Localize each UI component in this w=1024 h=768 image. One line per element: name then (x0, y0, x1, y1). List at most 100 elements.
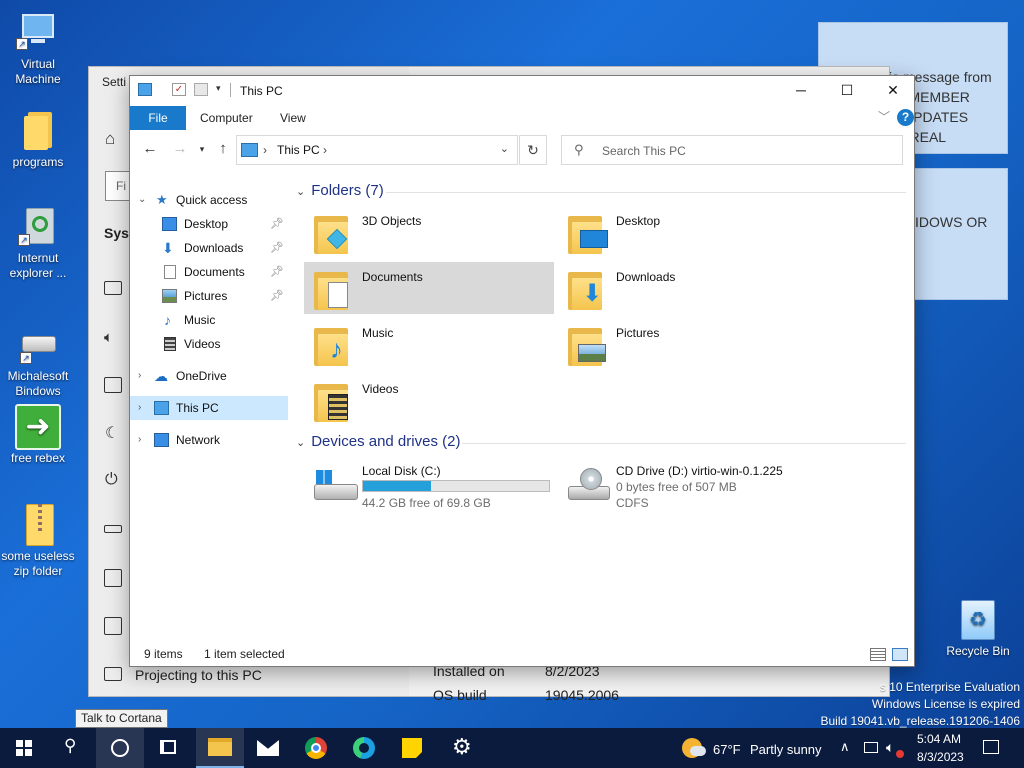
pin-icon[interactable]: 📌︎ (270, 212, 284, 236)
nav-desktop[interactable]: Desktop 📌︎ (130, 212, 288, 236)
expand-ribbon-icon[interactable]: ﹀ (878, 108, 890, 125)
film-icon (164, 337, 176, 351)
nav-onedrive[interactable]: › ☁ OneDrive (130, 364, 288, 388)
folder-3d-objects[interactable]: 3D Objects (304, 206, 554, 258)
breadcrumb-chevron-icon[interactable]: › (323, 143, 327, 157)
nav-network[interactable]: › Network (130, 428, 288, 452)
sticky-notes-button[interactable] (388, 728, 436, 768)
os-build-label: OS build (433, 687, 487, 703)
home-icon[interactable]: ⌂ (105, 129, 115, 149)
desktop-icon-label: free rebex (10, 451, 66, 465)
file-explorer-window[interactable]: ✓ ▾ This PC ─ ☐ ✕ File Computer View ﹀ ?… (129, 75, 915, 667)
breadcrumb-this-pc[interactable]: This PC (277, 143, 320, 157)
desktop-icon-internut-explorer[interactable]: ↗ Internut explorer ... (0, 204, 76, 281)
chrome-button[interactable] (292, 728, 340, 768)
display-icon[interactable] (104, 281, 122, 295)
nav-downloads[interactable]: ⬇ Downloads 📌︎ (130, 236, 288, 260)
music-note-icon: ♪ (164, 312, 171, 328)
pin-icon[interactable]: 📌︎ (270, 236, 284, 260)
folder-downloads[interactable]: ⬇ Downloads (558, 262, 808, 314)
folder-music[interactable]: ♪ Music (304, 318, 554, 370)
weather-widget[interactable]: 67°F Partly sunny (680, 728, 828, 768)
file-explorer-taskbar-button[interactable] (196, 728, 244, 768)
expand-chevron-icon[interactable]: › (138, 428, 141, 452)
nav-this-pc[interactable]: › This PC (130, 396, 288, 420)
clock-time[interactable]: 5:04 AM (917, 732, 961, 746)
pin-icon[interactable]: 📌︎ (270, 284, 284, 308)
properties-icon[interactable]: ✓ (172, 83, 186, 96)
new-folder-icon[interactable] (194, 83, 208, 96)
desktop-icon-recycle-bin[interactable]: ♻ Recycle Bin (940, 600, 1016, 658)
task-view-button[interactable] (144, 728, 192, 768)
folder-name: Videos (362, 382, 399, 396)
folder-desktop[interactable]: Desktop (558, 206, 808, 258)
tab-computer[interactable]: Computer (190, 106, 263, 130)
customize-quick-access-icon[interactable]: ▾ (216, 83, 221, 94)
clock-date[interactable]: 8/3/2023 (917, 750, 964, 764)
back-button[interactable]: ← (140, 139, 160, 159)
desktop-icon-label: some useless zip folder (1, 549, 75, 578)
nav-videos[interactable]: Videos (130, 332, 288, 356)
note-panel-bottom[interactable]: IDOWS OR (912, 168, 1008, 300)
collapse-chevron-icon[interactable]: ⌄ (138, 188, 146, 212)
notifications-icon[interactable] (104, 377, 122, 393)
desktop-icon-programs[interactable]: programs (0, 108, 76, 170)
desktop-icon-free-rebex[interactable]: ➜ free rebex (0, 404, 76, 466)
folder-documents[interactable]: Documents (304, 262, 554, 314)
pin-icon[interactable]: 📌︎ (270, 260, 284, 284)
devices-group-header[interactable]: ⌄ Devices and drives (2) (296, 433, 460, 453)
network-tray-icon[interactable] (864, 742, 878, 753)
maximize-button[interactable]: ☐ (824, 76, 870, 104)
address-dropdown-icon[interactable]: ⌄ (500, 142, 509, 155)
recent-locations-button[interactable]: ▾ (192, 139, 212, 159)
desktop-icon-michalesoft-bindows[interactable]: ↗ Michalesoft Bindows (0, 322, 76, 399)
folder-name: Documents (362, 270, 423, 284)
minimize-button[interactable]: ─ (778, 76, 824, 104)
nav-pictures[interactable]: Pictures 📌︎ (130, 284, 288, 308)
expand-chevron-icon[interactable]: › (138, 364, 141, 388)
search-button[interactable]: ⚲ (48, 728, 96, 768)
breadcrumb-chevron-icon[interactable]: › (263, 143, 267, 157)
edge-button[interactable] (340, 728, 388, 768)
drive-cd-d[interactable]: CD Drive (D:) virtio-win-0.1.225 0 bytes… (558, 460, 818, 512)
volume-muted-icon[interactable]: 🔈︎ (886, 739, 894, 756)
forward-button[interactable]: → (170, 139, 190, 159)
up-button[interactable]: ↑ (213, 139, 233, 159)
mail-button[interactable] (244, 728, 292, 768)
ribbon-tabs: File Computer View ﹀ ? (130, 106, 914, 130)
search-box[interactable]: ⚲ Search This PC (561, 135, 903, 165)
storage-icon[interactable] (104, 569, 122, 587)
start-button[interactable] (0, 728, 48, 768)
action-center-icon[interactable] (983, 740, 999, 754)
desktop-icon-zip-folder[interactable]: some useless zip folder (0, 502, 76, 579)
focus-assist-icon[interactable]: ☾ (105, 423, 119, 443)
projecting-icon[interactable] (104, 667, 122, 681)
large-icons-view-icon[interactable] (892, 648, 908, 661)
close-button[interactable]: ✕ (870, 76, 916, 104)
folder-pictures[interactable]: Pictures (558, 318, 808, 370)
tab-file[interactable]: File (130, 106, 186, 130)
nav-music[interactable]: ♪ Music (130, 308, 288, 332)
title-bar[interactable]: ✓ ▾ This PC ─ ☐ ✕ (130, 76, 914, 104)
settings-nav-projecting[interactable]: Projecting to this PC (135, 667, 262, 683)
desktop-icon-virtual-machine[interactable]: ↗ Virtual Machine (0, 10, 76, 87)
show-hidden-icons-chevron-icon[interactable]: ∧ (840, 739, 850, 755)
refresh-button[interactable]: ↻ (519, 135, 547, 165)
tab-view[interactable]: View (270, 106, 316, 130)
details-view-icon[interactable] (870, 648, 886, 661)
tablet-icon[interactable] (104, 617, 122, 635)
drive-local-disk-c[interactable]: Local Disk (C:) 44.2 GB free of 69.8 GB (304, 460, 564, 512)
help-icon[interactable]: ? (897, 109, 914, 126)
settings-taskbar-button[interactable]: ⚙ (438, 728, 486, 768)
folder-videos[interactable]: Videos (304, 374, 554, 426)
sound-icon[interactable]: 🔈︎ (104, 329, 113, 346)
address-bar[interactable]: › This PC › ⌄ (236, 135, 518, 165)
nav-quick-access[interactable]: ⌄ ★ Quick access (130, 188, 288, 212)
nav-documents[interactable]: Documents 📌︎ (130, 260, 288, 284)
folders-group-header[interactable]: ⌄ Folders (7) (296, 182, 384, 202)
expand-chevron-icon[interactable]: › (138, 396, 141, 420)
picture-icon (162, 289, 177, 303)
cortana-button[interactable] (96, 728, 144, 768)
battery-icon[interactable] (104, 525, 122, 533)
power-icon[interactable]: ⏻ (105, 471, 118, 489)
